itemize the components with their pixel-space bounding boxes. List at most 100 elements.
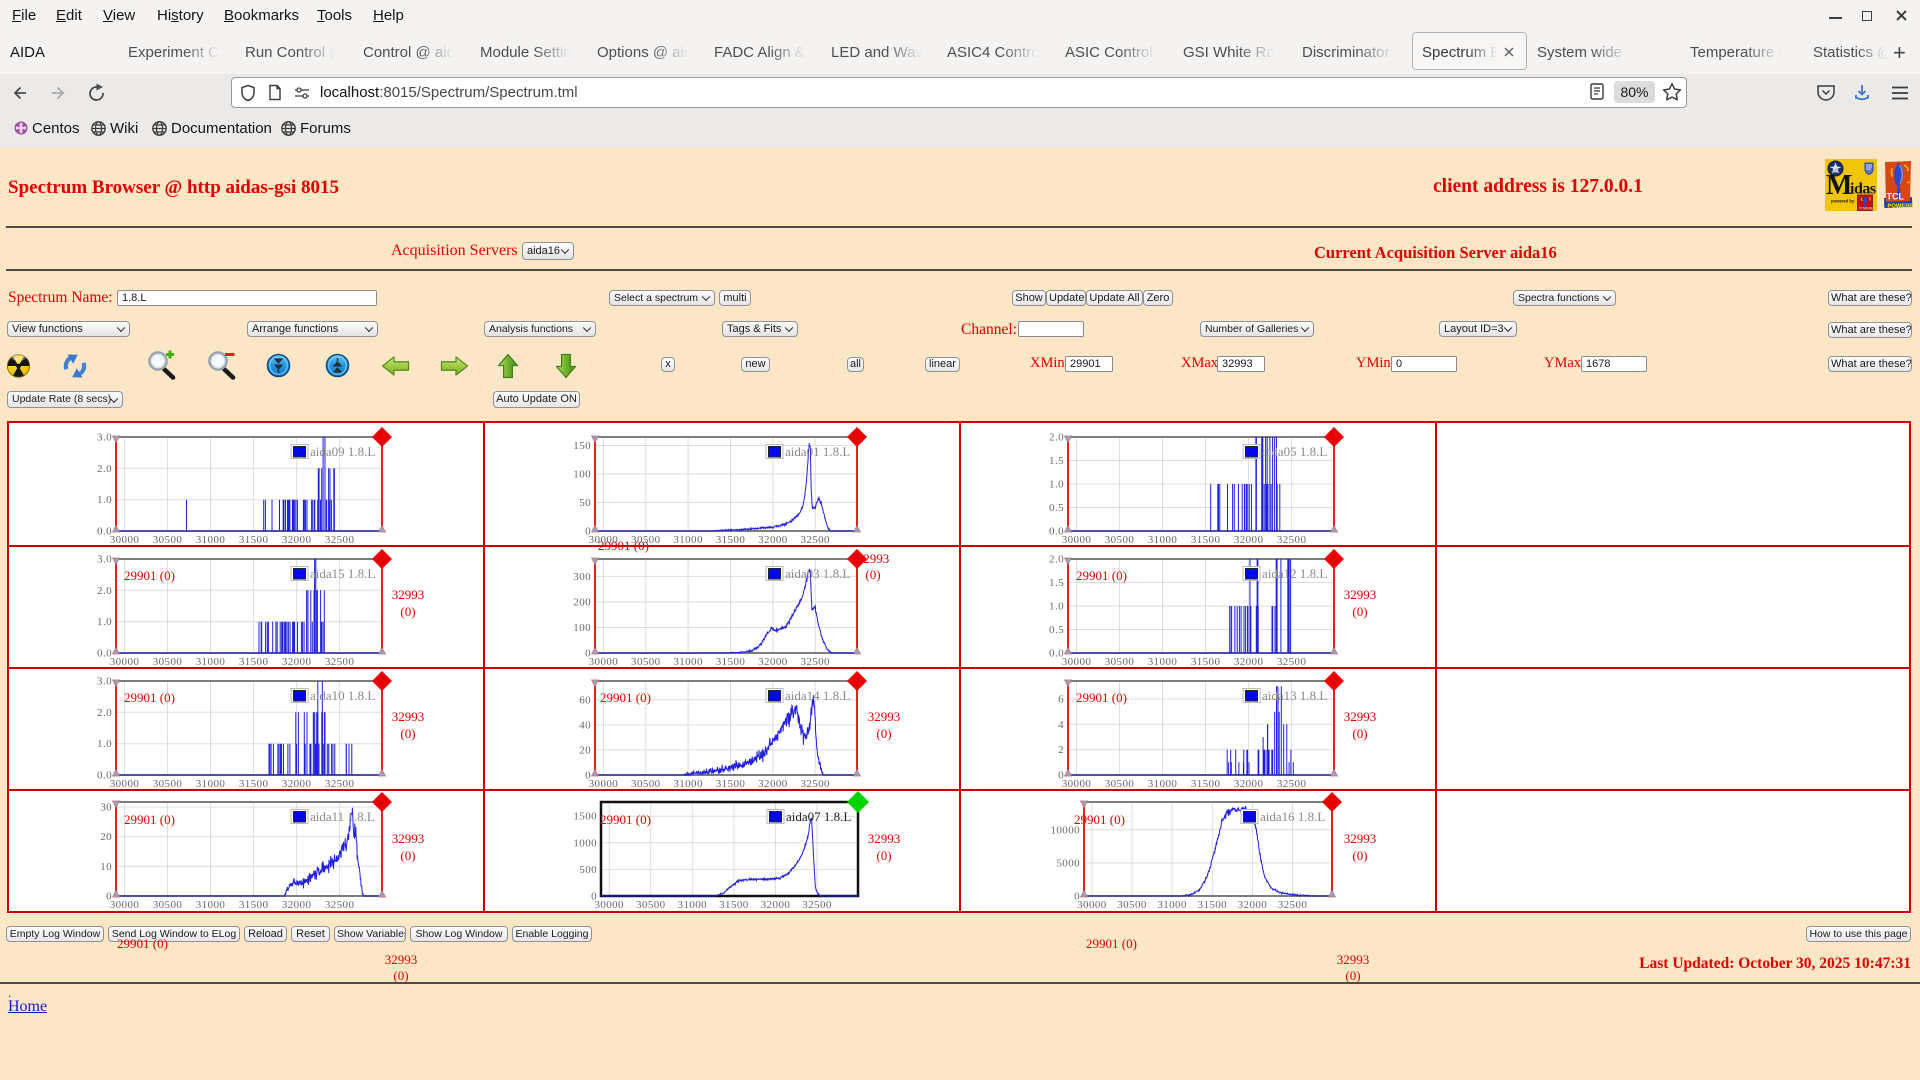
svg-text:30000: 30000: [1062, 778, 1092, 790]
svg-text:32500: 32500: [800, 656, 830, 668]
svg-text:1.5: 1.5: [1049, 455, 1064, 467]
svg-text:aida03 1.8.L: aida03 1.8.L: [785, 566, 850, 581]
svg-text:(0): (0): [400, 604, 415, 619]
svg-text:M: M: [1826, 170, 1852, 201]
svg-text:31000: 31000: [196, 534, 226, 546]
svg-text:1.0: 1.0: [97, 494, 112, 506]
svg-text:30000: 30000: [589, 656, 619, 668]
svg-text:32500: 32500: [325, 899, 355, 911]
svg-text:32993: 32993: [1344, 709, 1377, 724]
svg-text:30500: 30500: [631, 534, 661, 546]
svg-text:2: 2: [1058, 744, 1064, 756]
svg-text:32000: 32000: [282, 534, 312, 546]
svg-text:31500: 31500: [1198, 899, 1228, 911]
svg-text:32000: 32000: [282, 899, 312, 911]
svg-text:(0): (0): [400, 726, 415, 741]
svg-text:32000: 32000: [282, 656, 312, 668]
svg-text:32993: 32993: [1344, 831, 1377, 846]
svg-text:32500: 32500: [325, 656, 355, 668]
svg-text:3.0: 3.0: [97, 554, 112, 566]
svg-text:500: 500: [579, 864, 597, 876]
svg-text:31500: 31500: [239, 899, 269, 911]
svg-text:31000: 31000: [1148, 778, 1178, 790]
svg-text:1.0: 1.0: [97, 738, 112, 750]
svg-text:31500: 31500: [1191, 778, 1221, 790]
svg-text:32500: 32500: [325, 778, 355, 790]
svg-text:29901 (0): 29901 (0): [1076, 690, 1127, 705]
svg-text:100: 100: [573, 622, 591, 634]
svg-text:32000: 32000: [1234, 534, 1264, 546]
svg-text:(0): (0): [1352, 604, 1367, 619]
svg-text:aida10 1.8.L: aida10 1.8.L: [310, 688, 375, 703]
svg-text:30000: 30000: [589, 778, 619, 790]
svg-text:31500: 31500: [239, 778, 269, 790]
svg-text:30500: 30500: [631, 778, 661, 790]
svg-text:31000: 31000: [1148, 534, 1178, 546]
svg-text:aida07 1.8.L: aida07 1.8.L: [786, 809, 851, 824]
svg-text:3.0: 3.0: [97, 676, 112, 688]
svg-text:(0): (0): [865, 567, 880, 582]
svg-text:2.0: 2.0: [1049, 432, 1064, 444]
svg-text:30000: 30000: [110, 899, 140, 911]
svg-text:32000: 32000: [758, 656, 788, 668]
svg-text:30500: 30500: [153, 656, 183, 668]
svg-text:32993: 32993: [392, 587, 425, 602]
svg-text:6: 6: [1058, 694, 1064, 706]
svg-text:aida12 1.8.L: aida12 1.8.L: [1262, 566, 1327, 581]
svg-text:29901 (0): 29901 (0): [1076, 568, 1127, 583]
svg-text:31500: 31500: [716, 656, 746, 668]
svg-text:32000: 32000: [282, 778, 312, 790]
svg-text:30500: 30500: [636, 899, 666, 911]
svg-text:30000: 30000: [1077, 899, 1107, 911]
svg-text:0.5: 0.5: [1049, 624, 1064, 636]
svg-text:300: 300: [573, 571, 591, 583]
svg-text:30000: 30000: [110, 534, 140, 546]
svg-text:aida01 1.8.L: aida01 1.8.L: [785, 444, 850, 459]
svg-text:31000: 31000: [673, 656, 703, 668]
svg-text:32993: 32993: [1344, 587, 1377, 602]
svg-text:32500: 32500: [1277, 534, 1307, 546]
svg-text:5000: 5000: [1056, 857, 1080, 869]
svg-text:31500: 31500: [716, 778, 746, 790]
svg-text:2.0: 2.0: [97, 463, 112, 475]
svg-text:31500: 31500: [239, 534, 269, 546]
svg-text:30500: 30500: [1105, 778, 1135, 790]
svg-text:32000: 32000: [758, 778, 788, 790]
svg-text:31500: 31500: [1191, 656, 1221, 668]
svg-text:29901 (0): 29901 (0): [1074, 812, 1125, 827]
svg-text:31000: 31000: [1157, 899, 1187, 911]
svg-text:32000: 32000: [1234, 778, 1264, 790]
svg-text:aida16 1.8.L: aida16 1.8.L: [1260, 809, 1325, 824]
svg-text:powered by: powered by: [1831, 199, 1855, 204]
svg-text:29901 (0): 29901 (0): [600, 812, 651, 827]
svg-text:TCL: TCL: [1887, 192, 1905, 202]
svg-text:aida15 1.8.L: aida15 1.8.L: [310, 566, 375, 581]
svg-text:(0): (0): [876, 726, 891, 741]
svg-text:31500: 31500: [716, 534, 746, 546]
svg-text:30000: 30000: [1062, 656, 1092, 668]
svg-text:1.5: 1.5: [1049, 577, 1064, 589]
svg-text:40: 40: [579, 719, 591, 731]
svg-text:30500: 30500: [1105, 534, 1135, 546]
svg-text:32500: 32500: [1277, 778, 1307, 790]
svg-text:20: 20: [100, 831, 112, 843]
svg-text:1.0: 1.0: [97, 616, 112, 628]
svg-text:30500: 30500: [153, 534, 183, 546]
svg-text:30500: 30500: [1117, 899, 1147, 911]
svg-text:31500: 31500: [719, 899, 749, 911]
svg-text:30: 30: [100, 802, 112, 814]
svg-text:200: 200: [573, 596, 591, 608]
svg-text:30000: 30000: [1062, 534, 1092, 546]
svg-text:31500: 31500: [1191, 534, 1221, 546]
svg-text:31000: 31000: [673, 778, 703, 790]
svg-text:10: 10: [100, 861, 112, 873]
svg-text:POWERED: POWERED: [1859, 207, 1876, 211]
svg-text:30000: 30000: [589, 534, 619, 546]
svg-text:30500: 30500: [1105, 656, 1135, 668]
svg-text:aida05 1.8.L: aida05 1.8.L: [1262, 444, 1327, 459]
svg-text:(0): (0): [1352, 726, 1367, 741]
svg-text:50: 50: [579, 497, 591, 509]
svg-text:20: 20: [579, 744, 591, 756]
svg-text:aida11 1.8.L: aida11 1.8.L: [310, 809, 375, 824]
svg-text:aida14 1.8.L: aida14 1.8.L: [785, 688, 850, 703]
